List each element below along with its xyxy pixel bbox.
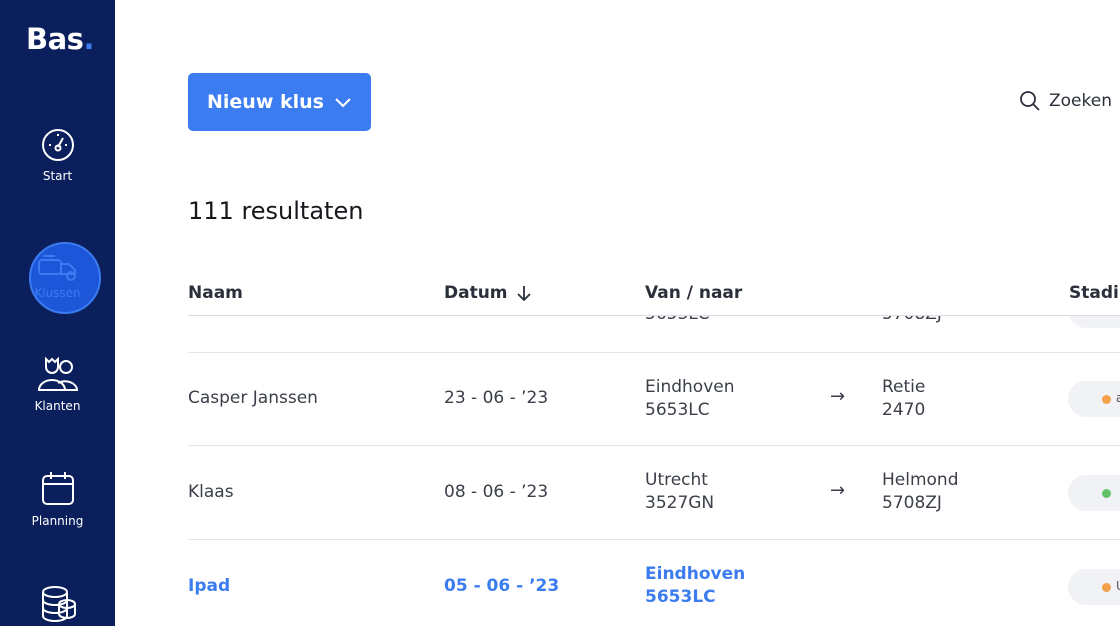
sidebar-item-label: Planning <box>31 514 84 528</box>
truck-icon <box>37 255 76 281</box>
sidebar-item-start[interactable]: Start <box>0 127 115 183</box>
sidebar-item-klussen[interactable]: Klussen <box>0 242 115 314</box>
row-naam: Casper Janssen <box>188 388 318 408</box>
row-to-code: 5708ZJ <box>882 493 942 513</box>
new-job-button-label: Nieuw klus <box>207 91 324 113</box>
row-to-city: Helmond <box>882 470 959 490</box>
row-naam: Ipad <box>188 576 231 596</box>
search-label: Zoeken <box>1049 91 1112 111</box>
app-logo[interactable]: Bas. <box>26 22 94 56</box>
search-icon <box>1020 91 1040 111</box>
row-from-city: Utrecht <box>645 470 708 490</box>
status-dot <box>1102 583 1111 592</box>
row-from-code: 5653LC <box>645 587 716 607</box>
table-header-divider <box>188 315 1120 316</box>
row-divider <box>188 539 1120 540</box>
column-header-van-naar[interactable]: Van / naar <box>645 283 742 303</box>
status-dot <box>1102 489 1111 498</box>
row-from-city: Eindhoven <box>645 564 746 584</box>
sidebar-item-label: Klussen <box>34 286 81 300</box>
row-naam: Klaas <box>188 482 234 502</box>
sidebar-item-planning[interactable]: Planning <box>0 470 115 528</box>
partial-row-from-code: 5653LC <box>645 316 710 326</box>
sidebar-item-database[interactable] <box>0 584 115 624</box>
sidebar-item-klanten[interactable]: Klanten <box>0 355 115 413</box>
route-arrow-icon: → <box>830 386 846 407</box>
row-from-city: Eindhoven <box>645 377 735 397</box>
column-header-datum[interactable]: Datum <box>444 283 532 303</box>
calendar-icon <box>41 472 74 505</box>
row-divider <box>188 352 1120 353</box>
column-header-stadium[interactable]: Stadiu <box>1069 283 1120 303</box>
row-datum: 05 - 06 - ’23 <box>444 576 560 596</box>
row-from-code: 3527GN <box>645 493 715 513</box>
status-badge: U <box>1068 569 1120 605</box>
dashboard-gauge-icon <box>41 129 74 161</box>
status-text: a <box>1116 391 1120 405</box>
partial-row-to-code: 5708ZJ <box>882 316 942 326</box>
chevron-down-icon <box>335 98 351 108</box>
row-datum: 08 - 06 - ’23 <box>444 482 549 502</box>
column-header-naam[interactable]: Naam <box>188 283 243 303</box>
row-to-code: 2470 <box>882 400 926 420</box>
new-job-button[interactable]: Nieuw klus <box>188 73 371 131</box>
sort-descending-icon <box>516 286 531 302</box>
results-count: 111 resultaten <box>188 197 364 225</box>
search-button[interactable]: Zoeken <box>1019 90 1112 112</box>
database-icon <box>41 586 76 622</box>
users-icon <box>37 356 78 391</box>
partial-row-status-pill <box>1068 316 1120 328</box>
status-text: U <box>1116 579 1120 593</box>
row-from-code: 5653LC <box>645 400 710 420</box>
route-arrow-icon: → <box>830 480 846 501</box>
row-divider <box>188 445 1120 446</box>
sidebar: Bas. Start Klussen Klanten Planning <box>0 0 115 626</box>
row-datum: 23 - 06 - ’23 <box>444 388 549 408</box>
status-badge <box>1068 475 1120 511</box>
row-to-city: Retie <box>882 377 926 397</box>
partial-row-clip: 5653LC 5708ZJ <box>0 316 1120 328</box>
status-badge: a <box>1068 381 1120 417</box>
sidebar-item-label: Klanten <box>34 399 81 413</box>
status-dot <box>1102 395 1111 404</box>
sidebar-item-label: Start <box>42 169 73 183</box>
